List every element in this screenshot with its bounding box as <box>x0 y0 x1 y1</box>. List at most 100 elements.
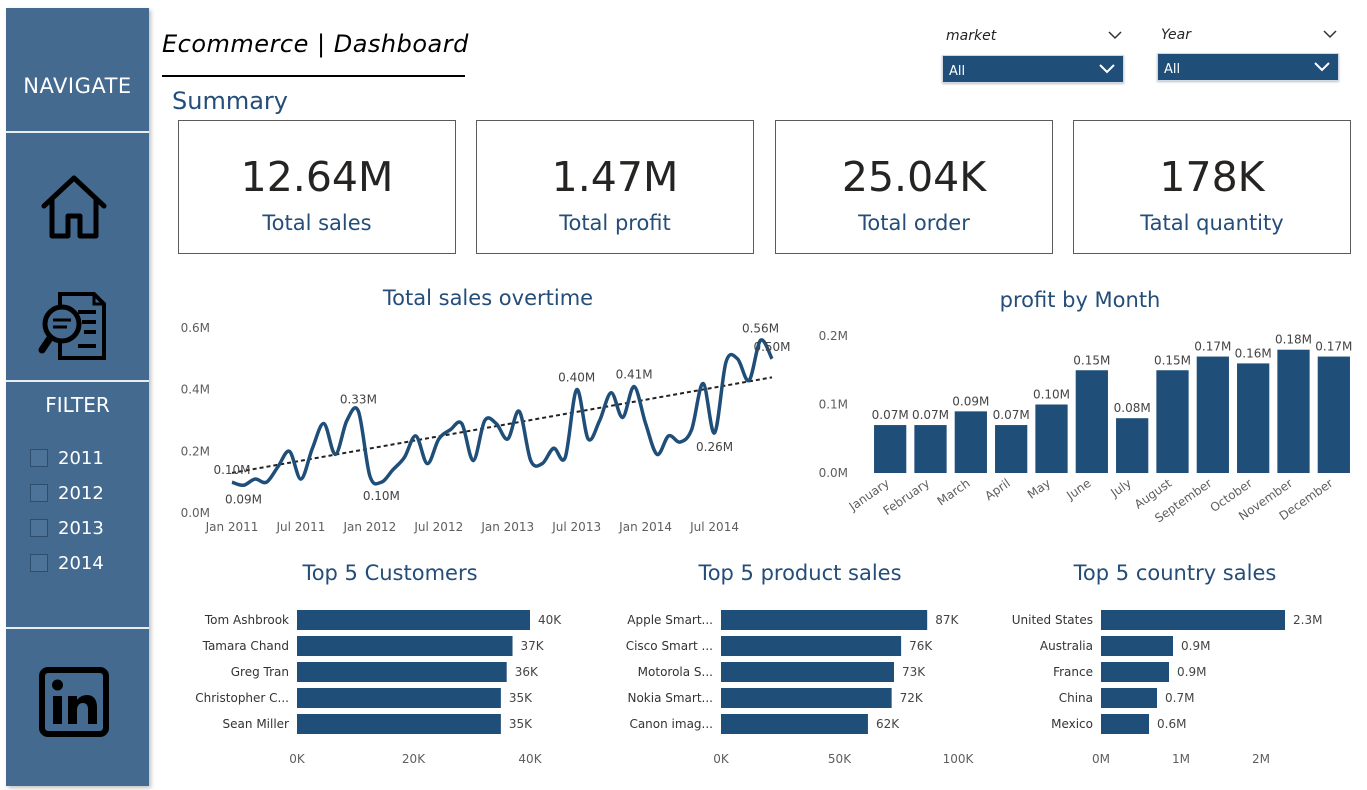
year-slicer-label: Year <box>1161 27 1191 43</box>
data-label: 0.26M <box>696 440 733 454</box>
data-label: 0.9M <box>1181 639 1210 653</box>
x-tick-label: Jul 2013 <box>551 520 601 534</box>
sidebar: NAVIGATE FILTER 2011 2012 2013 2014 <box>6 8 149 786</box>
linkedin-icon[interactable] <box>38 666 110 738</box>
x-tick-label: 20K <box>402 752 426 766</box>
sidebar-divider <box>6 627 149 629</box>
checkbox[interactable] <box>30 554 48 572</box>
bar <box>1101 662 1169 682</box>
x-tick-label: Jul 2011 <box>276 520 326 534</box>
data-label: 0.40M <box>558 371 595 385</box>
bar <box>1101 714 1149 734</box>
bar <box>297 610 530 630</box>
summary-heading: Summary <box>172 87 288 115</box>
bar-chart-title: profit by Month <box>999 288 1161 312</box>
x-tick-label: 100K <box>943 752 975 766</box>
category-label: United States <box>1012 613 1093 627</box>
year-label: 2012 <box>58 482 104 504</box>
countries-bar-chart: United States 2.3M Australia 0.9M France 0.9M… <box>1012 610 1322 766</box>
category-label: Canon imag... <box>629 717 713 731</box>
bar <box>1196 356 1229 473</box>
year-filter-2013[interactable]: 2013 <box>30 517 104 539</box>
category-label: China <box>1059 691 1093 705</box>
y-tick-label: 0.1M <box>819 398 848 412</box>
home-icon[interactable] <box>38 170 110 242</box>
products-chart-title: Top 5 product sales <box>698 561 902 585</box>
checkbox[interactable] <box>30 484 48 502</box>
data-label: 0.10M <box>213 463 250 477</box>
data-label: 0.15M <box>1073 353 1110 367</box>
bar <box>995 425 1028 473</box>
year-label: 2011 <box>58 447 104 469</box>
category-label: Mexico <box>1051 717 1093 731</box>
data-label: 0.09M <box>225 492 262 506</box>
bar <box>1237 363 1270 473</box>
navigate-label: NAVIGATE <box>23 74 132 98</box>
bar <box>721 714 868 734</box>
bar <box>721 688 892 708</box>
x-tick-label: July <box>1107 476 1134 500</box>
data-label: 0.41M <box>616 368 653 382</box>
x-tick-label: Jul 2012 <box>413 520 463 534</box>
bar <box>1101 636 1173 656</box>
data-label: 0.9M <box>1177 665 1206 679</box>
kpi-card-total-order: 25.04K Total order <box>775 120 1053 254</box>
profit-month-chart: 0.2M0.1M0.0M0.07MJanuary0.07MFebruary0.0… <box>819 329 1353 526</box>
data-label: 87K <box>935 613 959 627</box>
kpi-label: Total sales <box>262 211 372 235</box>
products-bar-chart: Apple Smart... 87K Cisco Smart ... 76K Motor… <box>626 610 975 766</box>
kpi-value: 12.64M <box>240 153 394 201</box>
bar <box>874 425 907 473</box>
y-tick-label: 0.2M <box>181 444 210 458</box>
x-tick-label: 0K <box>289 752 306 766</box>
kpi-value: 25.04K <box>841 153 987 201</box>
data-label: 2.3M <box>1293 613 1322 627</box>
data-label: 0.56M <box>742 321 779 335</box>
checkbox[interactable] <box>30 519 48 537</box>
x-tick-label: 40K <box>518 752 542 766</box>
category-label: Motorola S... <box>638 665 713 679</box>
bar <box>1317 356 1350 473</box>
year-dropdown-value: All <box>1164 62 1181 77</box>
report-search-icon[interactable] <box>38 290 110 362</box>
year-filter-2014[interactable]: 2014 <box>30 552 104 574</box>
countries-chart-title: Top 5 country sales <box>1073 561 1277 585</box>
data-label: 0.18M <box>1275 333 1312 347</box>
kpi-value: 1.47M <box>551 153 679 201</box>
bar <box>1101 610 1285 630</box>
year-label: 2014 <box>58 552 104 574</box>
year-label: 2013 <box>58 517 104 539</box>
kpi-label: Tatal quantity <box>1140 211 1284 235</box>
category-label: Sean Miller <box>223 717 290 731</box>
bar <box>914 425 947 473</box>
category-label: Nokia Smart... <box>627 691 713 705</box>
sidebar-divider <box>6 380 149 382</box>
x-tick-label: 50K <box>828 752 852 766</box>
category-label: Tom Ashbrook <box>204 613 289 627</box>
chevron-down-icon <box>1099 64 1115 74</box>
chevron-down-icon[interactable] <box>1323 27 1337 41</box>
data-label: 37K <box>521 639 545 653</box>
chevron-down-icon[interactable] <box>1108 28 1122 42</box>
data-label: 0.17M <box>1194 340 1231 354</box>
kpi-label: Total order <box>858 211 970 235</box>
market-slicer-label: market <box>946 28 997 44</box>
sidebar-divider <box>6 131 149 133</box>
year-dropdown[interactable]: All <box>1157 53 1339 81</box>
chevron-down-icon <box>1314 62 1330 72</box>
x-tick-label: Jan 2011 <box>205 520 259 534</box>
year-filter-2012[interactable]: 2012 <box>30 482 104 504</box>
bar <box>1116 418 1149 473</box>
year-filter-2011[interactable]: 2011 <box>30 447 104 469</box>
category-label: France <box>1053 665 1093 679</box>
kpi-value: 178K <box>1159 153 1265 201</box>
kpi-card-total-sales: 12.64M Total sales <box>178 120 456 254</box>
checkbox[interactable] <box>30 449 48 467</box>
data-label: 0.17M <box>1315 340 1352 354</box>
x-tick-label: 1M <box>1172 752 1190 766</box>
market-dropdown[interactable]: All <box>942 55 1124 83</box>
dashboard-root: NAVIGATE FILTER 2011 2012 2013 2014 Ecom… <box>0 0 1367 790</box>
data-label: 35K <box>509 691 533 705</box>
data-label: 0.33M <box>340 392 377 406</box>
bar <box>297 662 507 682</box>
